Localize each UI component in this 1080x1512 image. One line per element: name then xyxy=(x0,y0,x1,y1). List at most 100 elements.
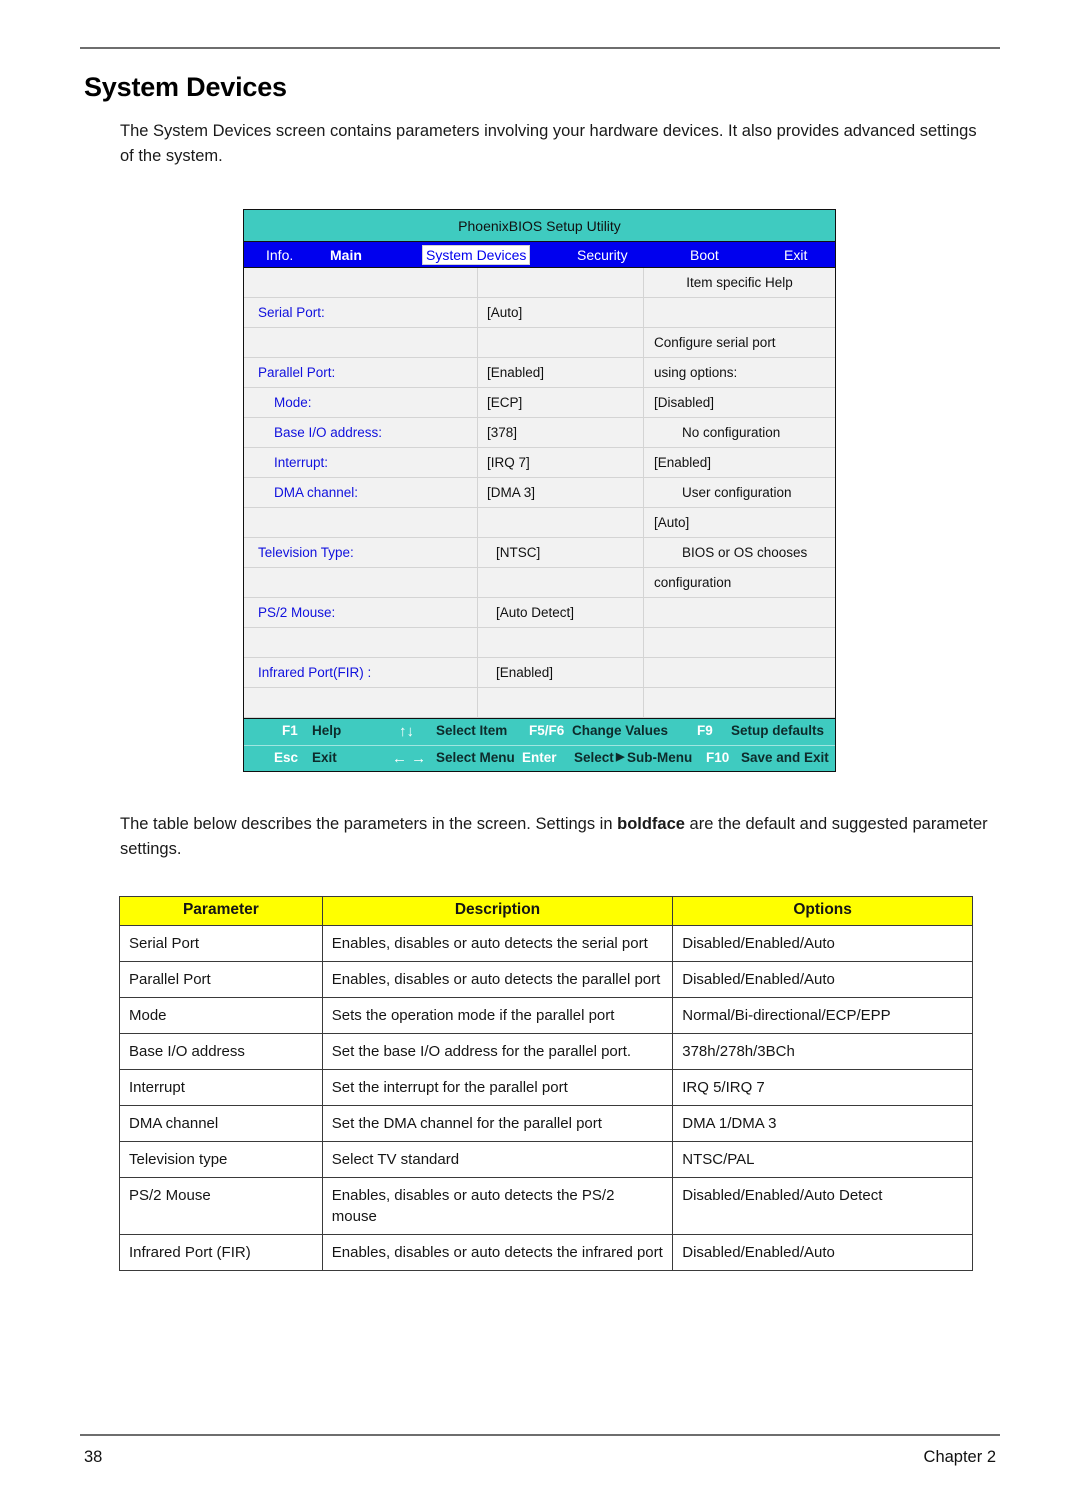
help-panel-line xyxy=(644,598,835,627)
help-panel-line xyxy=(644,298,835,327)
bios-row[interactable]: Infrared Port(FIR) : [Enabled] xyxy=(244,658,835,688)
bios-key-legend: F1 Help ↑↓ Select Item F5/F6 Change Valu… xyxy=(244,718,835,771)
bios-row[interactable]: Base I/O address: [378] No configuration xyxy=(244,418,835,448)
help-panel-line xyxy=(644,688,835,717)
page-number: 38 xyxy=(84,1448,103,1466)
help-panel-line xyxy=(644,628,835,657)
cell-parameter: DMA channel xyxy=(119,1105,323,1142)
bios-screenshot-figure: PhoenixBIOS Setup Utility Info. Main Sys… xyxy=(243,209,836,772)
cell-description: Set the base I/O address for the paralle… xyxy=(321,1033,674,1070)
bios-row: Item specific Help xyxy=(244,268,835,298)
column-header-parameter: Parameter xyxy=(119,896,323,926)
table-intro-paragraph: The table below describes the parameters… xyxy=(120,812,998,862)
key-f10-label: Save and Exit xyxy=(741,750,829,765)
bios-title-text: PhoenixBIOS Setup Utility xyxy=(458,217,621,234)
cell-options: Disabled/Enabled/Auto xyxy=(672,1234,973,1271)
bios-setting-label: Serial Port: xyxy=(244,298,478,327)
bios-setting-value xyxy=(478,508,644,537)
bios-row[interactable]: PS/2 Mouse: [Auto Detect] xyxy=(244,598,835,628)
cell-options: Normal/Bi-directional/ECP/EPP xyxy=(672,997,973,1034)
key-f9: F9 xyxy=(697,723,713,738)
help-panel-line: [Auto] xyxy=(654,515,690,530)
help-panel-line xyxy=(644,658,835,687)
bios-setting-label: DMA channel: xyxy=(244,478,478,507)
bios-setting-label xyxy=(244,688,478,717)
cell-parameter: Serial Port xyxy=(119,925,323,962)
key-leftright-label: Select Menu xyxy=(436,750,515,765)
cell-options: 378h/278h/3BCh xyxy=(672,1033,973,1070)
key-esc-label: Exit xyxy=(312,750,337,765)
bios-setting-label: Infrared Port(FIR) : xyxy=(244,658,478,687)
menu-item-boot[interactable]: Boot xyxy=(690,247,719,263)
bios-setting-value[interactable]: [Enabled] xyxy=(478,658,644,687)
bios-key-legend-row: F1 Help ↑↓ Select Item F5/F6 Change Valu… xyxy=(244,719,835,745)
key-f1-label: Help xyxy=(312,723,342,738)
bios-setting-label xyxy=(244,328,478,357)
bios-setting-label: Mode: xyxy=(244,388,478,417)
bios-row[interactable]: Parallel Port: [Enabled] using options: xyxy=(244,358,835,388)
column-header-options: Options xyxy=(672,896,973,926)
parameter-table: Parameter Description Options Serial Por… xyxy=(119,896,973,1271)
key-f5-f6: F5/F6 xyxy=(529,723,565,738)
cell-description: Enables, disables or auto detects the in… xyxy=(321,1234,674,1271)
bios-row[interactable]: Serial Port: [Auto] xyxy=(244,298,835,328)
bios-setting-value[interactable]: [378] xyxy=(478,418,644,447)
bios-title-bar: PhoenixBIOS Setup Utility xyxy=(244,210,835,242)
bios-setting-label: PS/2 Mouse: xyxy=(244,598,478,627)
bios-setting-value xyxy=(478,568,644,597)
key-updown-label: Select Item xyxy=(436,723,508,738)
cell-parameter: Interrupt xyxy=(119,1069,323,1106)
cell-description: Select TV standard xyxy=(321,1141,674,1178)
help-panel-line: Configure serial port xyxy=(654,335,776,350)
bios-row[interactable]: Interrupt: [IRQ 7] [Enabled] xyxy=(244,448,835,478)
bios-row[interactable]: Mode: [ECP] [Disabled] xyxy=(244,388,835,418)
bios-setting-label xyxy=(244,508,478,537)
arrow-leftright-icon: ← → xyxy=(392,750,427,767)
bios-setting-value[interactable]: [Auto Detect] xyxy=(478,598,644,627)
cell-parameter: Parallel Port xyxy=(119,961,323,998)
bios-row[interactable]: Television Type: [NTSC] BIOS or OS choos… xyxy=(244,538,835,568)
menu-item-security[interactable]: Security xyxy=(577,247,628,263)
table-row: DMA channel Set the DMA channel for the … xyxy=(119,1105,973,1142)
bios-setting-value[interactable]: [NTSC] xyxy=(478,538,644,567)
menu-item-main[interactable]: Main xyxy=(330,247,362,263)
help-panel-line: No configuration xyxy=(682,425,781,440)
cell-options: NTSC/PAL xyxy=(672,1141,973,1178)
intro-paragraph: The System Devices screen contains param… xyxy=(120,122,977,165)
help-panel-line: [Disabled] xyxy=(654,395,715,410)
table-row: Parallel Port Enables, disables or auto … xyxy=(119,961,973,998)
chapter-label: Chapter 2 xyxy=(923,1448,996,1466)
menu-item-info[interactable]: Info. xyxy=(266,247,293,263)
key-f10: F10 xyxy=(706,750,730,765)
table-intro-bold: boldface xyxy=(617,815,685,833)
bios-setting-value xyxy=(478,328,644,357)
cell-parameter: Television type xyxy=(119,1141,323,1178)
bios-setting-value[interactable]: [Enabled] xyxy=(478,358,644,387)
table-row: Serial Port Enables, disables or auto de… xyxy=(119,925,973,962)
key-f9-label: Setup defaults xyxy=(731,723,825,738)
menu-item-system-devices[interactable]: System Devices xyxy=(422,244,531,265)
cell-description: Set the DMA channel for the parallel por… xyxy=(321,1105,674,1142)
key-enter-label: Select xyxy=(574,750,614,765)
bios-row[interactable]: DMA channel: [DMA 3] User configuration xyxy=(244,478,835,508)
bios-setting-value xyxy=(478,688,644,717)
bios-setting-value[interactable]: [ECP] xyxy=(478,388,644,417)
help-panel-line: configuration xyxy=(654,575,732,590)
bios-setting-label: Parallel Port: xyxy=(244,358,478,387)
bios-setting-value xyxy=(478,268,644,297)
help-panel-line: User configuration xyxy=(682,485,792,500)
cell-options: Disabled/Enabled/Auto xyxy=(672,961,973,998)
bios-setting-label xyxy=(244,268,478,297)
table-row: Infrared Port (FIR) Enables, disables or… xyxy=(119,1234,973,1271)
menu-item-exit[interactable]: Exit xyxy=(784,247,807,263)
bios-setting-value[interactable]: [Auto] xyxy=(478,298,644,327)
column-header-description: Description xyxy=(321,896,674,926)
footer-rule xyxy=(80,1434,1000,1436)
help-panel-line: BIOS or OS chooses xyxy=(682,545,808,560)
cell-description: Set the interrupt for the parallel port xyxy=(321,1069,674,1106)
bios-row xyxy=(244,688,835,718)
bios-setting-value[interactable]: [IRQ 7] xyxy=(478,448,644,477)
bios-row: [Auto] xyxy=(244,508,835,538)
bios-setting-value[interactable]: [DMA 3] xyxy=(478,478,644,507)
bios-setting-label xyxy=(244,568,478,597)
